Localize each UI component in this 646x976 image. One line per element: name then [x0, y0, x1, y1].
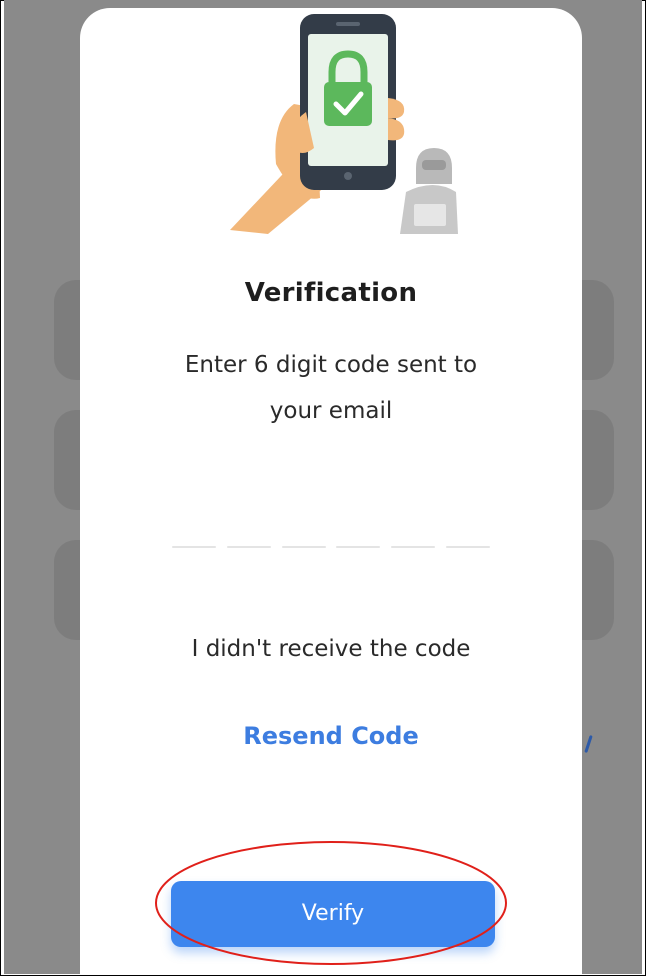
resend-code-link[interactable]: Resend Code — [80, 722, 582, 750]
verify-button[interactable]: Verify — [171, 881, 495, 947]
instruction-line: your email — [269, 398, 393, 424]
otp-digit-slot[interactable] — [226, 546, 271, 548]
instruction-line: Enter 6 digit code sent to — [184, 352, 478, 378]
background-link-fragment — [584, 734, 593, 754]
page-title: Verification — [244, 278, 418, 308]
instruction-text: Enter 6 digit code sent to your email — [140, 342, 522, 434]
otp-digit-slot[interactable] — [172, 546, 216, 548]
otp-digit-slot[interactable] — [281, 546, 326, 548]
phone-lock-verification-illustration — [230, 14, 458, 234]
otp-digit-slot[interactable] — [445, 546, 490, 548]
otp-digit-slot[interactable] — [391, 546, 436, 548]
otp-code-input[interactable] — [172, 546, 490, 556]
otp-digit-slot[interactable] — [336, 546, 381, 548]
verification-modal: Verification Enter 6 digit code sent to … — [80, 8, 582, 974]
no-code-text: I didn't receive the code — [191, 636, 471, 662]
